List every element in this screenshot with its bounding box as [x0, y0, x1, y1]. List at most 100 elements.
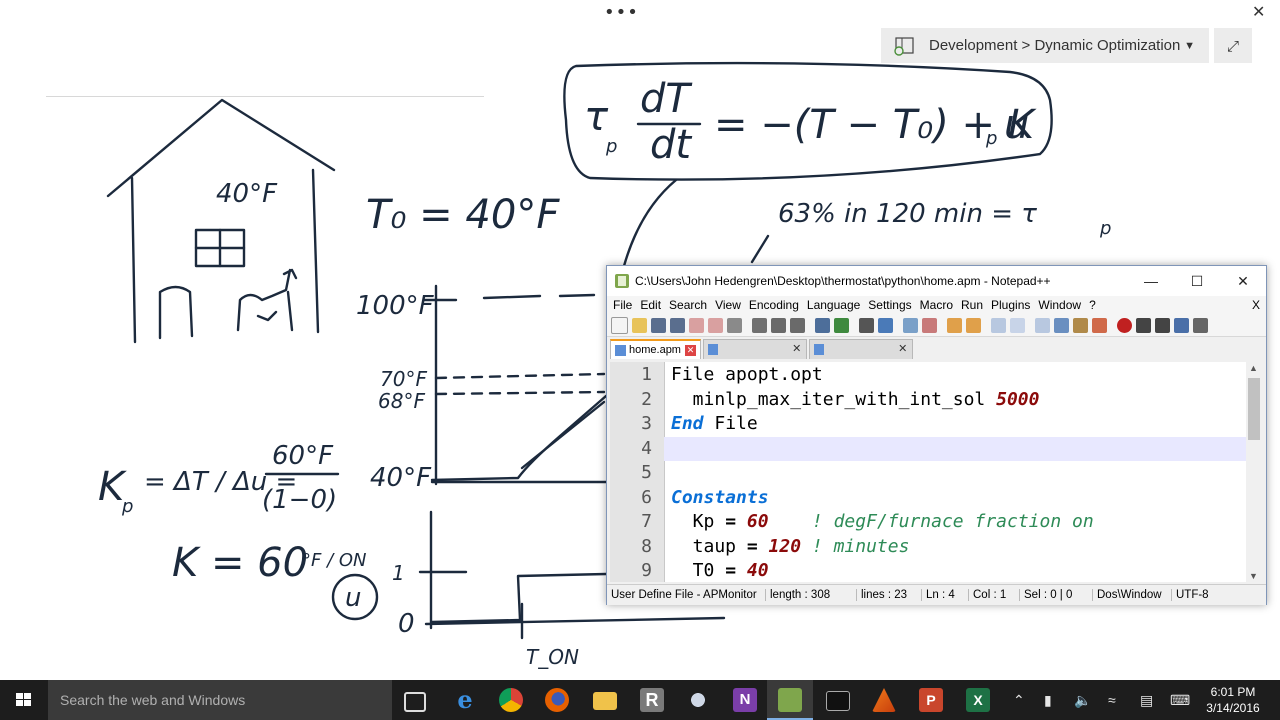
- code-line[interactable]: 4: [641, 436, 1246, 461]
- vertical-scrollbar[interactable]: ▲ ▼: [1246, 362, 1262, 582]
- r-app-icon[interactable]: R: [640, 688, 664, 712]
- code-line[interactable]: 5: [610, 461, 1246, 485]
- y-tick-40: 40°F: [370, 463, 432, 493]
- undo-icon[interactable]: [815, 317, 830, 333]
- code-line[interactable]: 3 End File: [610, 412, 1246, 436]
- firefox-icon[interactable]: [545, 688, 569, 712]
- excel-icon[interactable]: X: [966, 688, 990, 712]
- zoom-in-icon[interactable]: [903, 317, 918, 333]
- sync-v-icon[interactable]: [947, 317, 962, 333]
- zoom-out-icon[interactable]: [922, 317, 937, 333]
- menu-settings[interactable]: Settings: [868, 298, 911, 312]
- matlab-icon[interactable]: [872, 688, 896, 712]
- paste-icon[interactable]: [790, 317, 805, 333]
- menu-language[interactable]: Language: [807, 298, 860, 312]
- close-file-icon[interactable]: [689, 317, 704, 333]
- code-line[interactable]: 7 Kp = 60 ! degF/furnace fraction on: [610, 510, 1246, 534]
- task-view-icon[interactable]: [404, 692, 426, 712]
- tab-close-icon[interactable]: ✕: [897, 344, 908, 355]
- open-file-icon[interactable]: [632, 317, 647, 333]
- keyboard-icon[interactable]: ⌨: [1170, 680, 1190, 720]
- code-line[interactable]: 6 Constants: [610, 486, 1246, 510]
- code-line[interactable]: 8 taup = 120 ! minutes: [610, 535, 1246, 559]
- new-file-icon[interactable]: [611, 316, 628, 334]
- minimize-icon[interactable]: —: [1128, 273, 1174, 290]
- code-text: End File: [671, 412, 758, 436]
- wifi-icon[interactable]: ≈: [1108, 680, 1116, 720]
- house-temp-label: 40°F: [216, 179, 278, 209]
- scrollbar-thumb[interactable]: [1248, 378, 1260, 440]
- menu-run[interactable]: Run: [961, 298, 983, 312]
- start-button[interactable]: [0, 680, 48, 720]
- run-macro-multiple-icon[interactable]: [1174, 317, 1189, 333]
- kp-frac-top: 60°F: [272, 441, 334, 471]
- code-token: File: [703, 413, 758, 434]
- maximize-icon[interactable]: ☐: [1174, 273, 1220, 290]
- save-all-icon[interactable]: [670, 317, 685, 333]
- scroll-up-icon[interactable]: ▲: [1249, 363, 1258, 373]
- notepad-window[interactable]: C:\Users\John Hedengren\Desktop\thermost…: [606, 265, 1267, 605]
- tab-close-icon[interactable]: ✕: [684, 344, 696, 356]
- tab-close-icon[interactable]: ✕: [791, 344, 802, 355]
- show-all-chars-icon[interactable]: [1010, 317, 1025, 333]
- title-bar[interactable]: C:\Users\John Hedengren\Desktop\thermost…: [607, 266, 1266, 296]
- code-editor[interactable]: 1 File apopt.opt 2 minlp_max_iter_with_int…: [610, 362, 1246, 582]
- find-icon[interactable]: [859, 317, 874, 333]
- code-line[interactable]: 1 File apopt.opt: [610, 363, 1246, 387]
- battery-icon[interactable]: ▮: [1044, 680, 1052, 720]
- tray-chevron-icon[interactable]: ⌃: [1013, 680, 1025, 720]
- code-line[interactable]: 2 minlp_max_iter_with_int_sol 5000: [610, 388, 1246, 412]
- file-explorer-icon[interactable]: [593, 692, 617, 710]
- menu-view[interactable]: View: [715, 298, 741, 312]
- action-center-icon[interactable]: ▤: [1140, 680, 1153, 720]
- redo-icon[interactable]: [834, 317, 849, 333]
- sync-h-icon[interactable]: [966, 317, 981, 333]
- menu-help[interactable]: ?: [1089, 298, 1096, 312]
- menu-search[interactable]: Search: [669, 298, 707, 312]
- save-icon[interactable]: [651, 317, 666, 333]
- function-list-icon[interactable]: [1092, 317, 1107, 333]
- line-number: 7: [641, 511, 652, 532]
- snipping-tool-icon[interactable]: [686, 688, 710, 712]
- menu-window[interactable]: Window: [1038, 298, 1081, 312]
- menu-file[interactable]: File: [613, 298, 632, 312]
- cut-icon[interactable]: [752, 317, 767, 333]
- menu-edit[interactable]: Edit: [640, 298, 661, 312]
- tab-home-apm[interactable]: home.apm ✕: [610, 339, 701, 359]
- play-macro-icon[interactable]: [1155, 317, 1170, 333]
- powerpoint-icon[interactable]: P: [919, 688, 943, 712]
- print-icon[interactable]: [727, 317, 742, 333]
- notepad-plus-plus-icon[interactable]: [778, 688, 802, 712]
- code-line[interactable]: 9 T0 = 40: [610, 559, 1246, 582]
- stop-macro-icon[interactable]: [1136, 317, 1151, 333]
- doc-map-icon[interactable]: [1073, 317, 1088, 333]
- menu-plugins[interactable]: Plugins: [991, 298, 1030, 312]
- edge-icon[interactable]: e: [453, 688, 477, 712]
- indent-guide-icon[interactable]: [1035, 317, 1050, 333]
- code-token: Kp: [671, 511, 726, 532]
- code-token: 120: [768, 535, 802, 557]
- scroll-down-icon[interactable]: ▼: [1249, 571, 1258, 581]
- copy-icon[interactable]: [771, 317, 786, 333]
- word-wrap-icon[interactable]: [991, 317, 1006, 333]
- status-length: length : 308: [766, 589, 857, 601]
- taskbar-clock[interactable]: 6:01 PM 3/14/2016: [1196, 684, 1270, 716]
- close-all-icon[interactable]: [708, 317, 723, 333]
- taskbar-search-box[interactable]: Search the web and Windows: [48, 680, 392, 720]
- save-macro-icon[interactable]: [1193, 317, 1208, 333]
- menu-encoding[interactable]: Encoding: [749, 298, 799, 312]
- tab-3[interactable]: ✕: [808, 339, 913, 359]
- code-token: ! degF/furnace fraction on: [811, 511, 1094, 532]
- chrome-icon[interactable]: [499, 688, 523, 712]
- window-close-icon[interactable]: ✕: [1220, 273, 1266, 290]
- onenote-icon[interactable]: N: [733, 688, 757, 712]
- document-close-icon[interactable]: X: [1252, 298, 1260, 312]
- terminal-icon[interactable]: [826, 691, 850, 711]
- menu-macro[interactable]: Macro: [920, 298, 953, 312]
- volume-icon[interactable]: 🔈: [1074, 680, 1091, 720]
- tab-2[interactable]: ✕: [702, 339, 807, 359]
- replace-icon[interactable]: [878, 317, 893, 333]
- udl-icon[interactable]: [1054, 317, 1069, 333]
- record-macro-icon[interactable]: [1117, 317, 1132, 333]
